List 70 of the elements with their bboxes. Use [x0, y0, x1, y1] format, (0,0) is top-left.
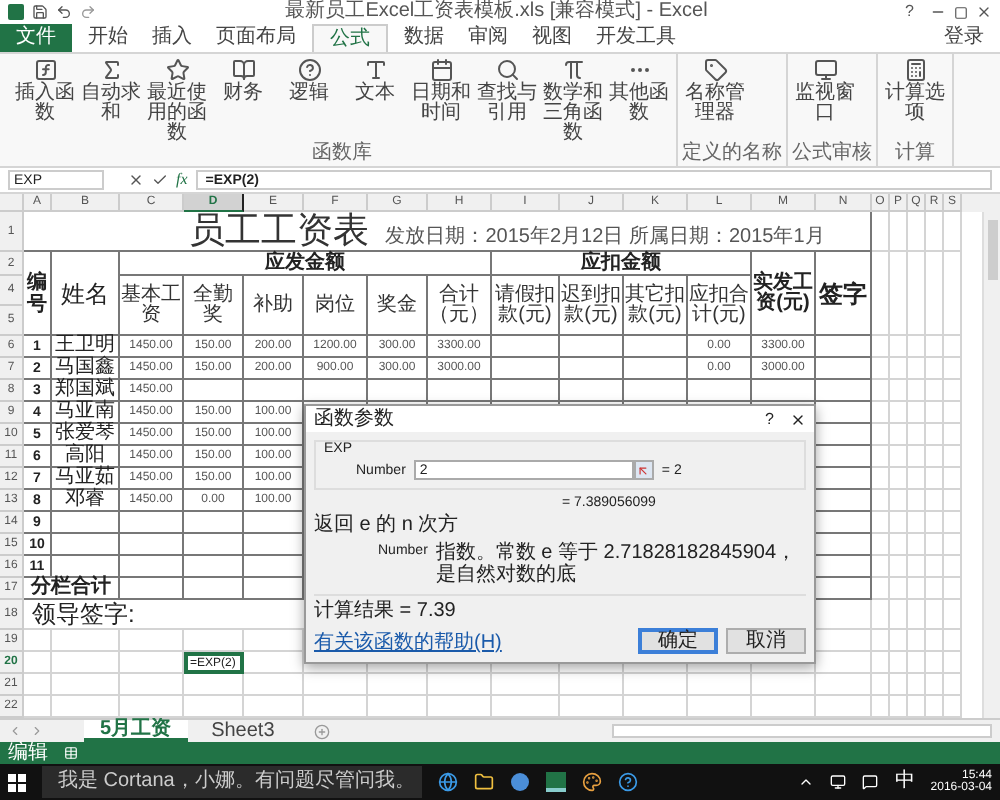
- status-mode: 编辑: [8, 743, 48, 763]
- header-label: 应扣合计(元): [688, 285, 750, 325]
- help-link[interactable]: 有关该函数的帮助(H): [314, 634, 630, 654]
- ribbon-tab[interactable]: 开发工具: [588, 24, 684, 52]
- sheet-subtitle: 发放日期：2015年2月12日 所属日期：2015年1月: [385, 228, 825, 248]
- dialog-button[interactable]: 确定: [638, 628, 718, 654]
- ribbon-button[interactable]: 名称管理器: [682, 58, 748, 144]
- header-label: 请假扣款(元): [493, 285, 557, 325]
- ribbon-tab[interactable]: 文件: [0, 24, 72, 52]
- ribbon-tab[interactable]: 开始: [80, 24, 136, 52]
- table-cell: 马国鑫: [55, 358, 115, 378]
- ribbon-button[interactable]: 逻辑: [276, 58, 342, 144]
- dialog-title: 函数参数: [314, 409, 396, 429]
- ribbon-button[interactable]: 财务: [210, 58, 276, 144]
- ribbon-button[interactable]: 数学和三角函数: [540, 58, 606, 144]
- table-cell: 郑国斌: [55, 380, 115, 400]
- argument-help: 指数。常数 e 等于 2.71828182845904，是自然对数的底: [435, 542, 799, 586]
- ribbon-tab[interactable]: 视图: [524, 24, 580, 52]
- header-label: 其它扣款(元): [624, 285, 686, 325]
- ribbon-button[interactable]: 日期和时间: [408, 58, 474, 144]
- sign-in-link[interactable]: 登录: [944, 28, 1000, 48]
- header-label: 基本工资: [120, 285, 182, 325]
- help-button[interactable]: ?: [897, 4, 922, 20]
- ribbon-button[interactable]: 最近使用的函数: [144, 58, 210, 144]
- help-button[interactable]: ?: [749, 411, 790, 427]
- search-box[interactable]: 我是 Cortana，小娜。有问题尽管问我。: [42, 766, 422, 798]
- table-cell: 邓睿: [65, 490, 105, 510]
- ribbon-button[interactable]: 文本: [342, 58, 408, 144]
- group-label: 定义的名称: [682, 144, 782, 166]
- ribbon-tab[interactable]: 插入: [144, 24, 200, 52]
- ribbon-tab[interactable]: 页面布局: [208, 24, 304, 52]
- header-label: 奖金: [377, 295, 417, 315]
- formula-result: 计算结果 = 7.39: [314, 602, 456, 622]
- header-label: 姓名: [61, 281, 109, 305]
- header-label: 岗位: [315, 295, 355, 315]
- ribbon-tab[interactable]: 审阅: [460, 24, 516, 52]
- table-cell: 王卫明: [55, 336, 115, 356]
- header-label: 签字: [819, 281, 867, 305]
- table-cell: 分栏合计: [31, 578, 111, 598]
- group-label: 计算: [893, 144, 937, 166]
- signature-label: 领导签字:: [32, 602, 135, 626]
- header-label: 合计（元）: [428, 285, 490, 325]
- insert-function-button[interactable]: fx: [176, 172, 188, 188]
- ribbon-tab[interactable]: 数据: [396, 24, 452, 52]
- table-cell: 高阳: [65, 446, 105, 466]
- dialog-button[interactable]: 取消: [726, 628, 806, 654]
- table-cell: 马亚南: [55, 402, 115, 422]
- sheet-tab[interactable]: Sheet3: [195, 720, 291, 742]
- table-cell: 马亚茹: [55, 468, 115, 488]
- ribbon-button[interactable]: 其他函数: [606, 58, 672, 144]
- sheet-tab[interactable]: 5月工资: [84, 720, 188, 742]
- sheet-title: 员工工资表: [189, 212, 370, 248]
- header-label: 应发金额: [265, 253, 345, 273]
- input-method[interactable]: 中: [894, 772, 915, 792]
- group-label: 公式审核: [792, 144, 872, 166]
- ribbon-button[interactable]: 计算选项: [882, 58, 948, 144]
- ribbon-tab[interactable]: 公式: [312, 24, 388, 52]
- header-label: 迟到扣款(元): [560, 285, 622, 325]
- header-label: 补助: [253, 295, 293, 315]
- header-label: 编号: [27, 271, 47, 315]
- group-label: 函数库: [310, 144, 374, 166]
- ribbon-button[interactable]: 自动求和: [78, 58, 144, 144]
- ribbon-button[interactable]: 插入函数: [12, 58, 78, 144]
- header-label: 实发工资(元): [752, 273, 814, 313]
- header-label: 全勤奖: [191, 285, 235, 325]
- table-cell: 张爱琴: [55, 424, 115, 444]
- function-description: 返回 e 的 n 次方: [314, 516, 459, 536]
- header-label: 应扣金额: [581, 253, 661, 273]
- ribbon-button[interactable]: 查找与引用: [474, 58, 540, 144]
- ribbon-button[interactable]: 监视窗口: [792, 58, 858, 144]
